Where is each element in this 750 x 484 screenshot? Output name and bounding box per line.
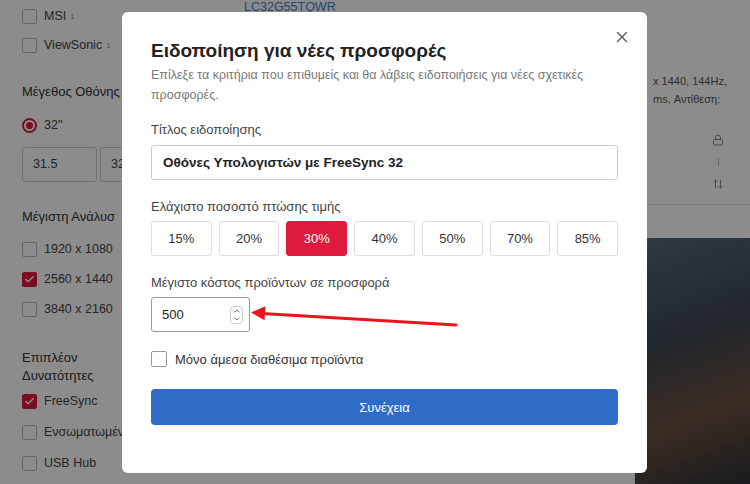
drop-option[interactable]: 30% bbox=[286, 221, 347, 256]
drop-option[interactable]: 20% bbox=[219, 221, 280, 256]
drop-options: 15%20%30%40%50%70%85% bbox=[151, 221, 618, 256]
spinner[interactable] bbox=[230, 306, 243, 324]
field-label: Τίτλος ειδοποίησης bbox=[151, 122, 618, 138]
max-cost-input[interactable]: 500 bbox=[151, 297, 250, 332]
dialog-subtitle: Επίλεξε τα κριτήρια που επιθυμείς και θα… bbox=[151, 65, 618, 105]
checkbox[interactable] bbox=[151, 351, 167, 367]
field-label: Ελάχιστο ποσοστό πτώσης τιμής bbox=[151, 199, 618, 215]
max-cost-value: 500 bbox=[162, 307, 184, 322]
title-input[interactable]: Οθόνες Υπολογιστών με FreeSync 32 bbox=[151, 145, 618, 180]
drop-option[interactable]: 70% bbox=[490, 221, 551, 256]
down-icon[interactable] bbox=[233, 315, 241, 323]
close-button[interactable] bbox=[611, 26, 633, 48]
up-icon[interactable] bbox=[233, 307, 241, 315]
dialog-title: Ειδοποίηση για νέες προσφορές bbox=[151, 39, 618, 63]
alert-dialog: Ειδοποίηση για νέες προσφορέςΕπίλεξε τα … bbox=[122, 12, 647, 473]
close-icon bbox=[613, 28, 631, 46]
field-label: Μέγιστο κόστος προϊόντων σε προσφορά bbox=[151, 275, 618, 291]
annotation-arrow-icon bbox=[0, 0, 750, 484]
drop-option[interactable]: 85% bbox=[557, 221, 618, 256]
drop-option[interactable]: 15% bbox=[151, 221, 212, 256]
page: MSI1ViewSonic1Μέγεθος Οθόνης32"31.532Μέγ… bbox=[0, 0, 750, 484]
continue-button[interactable]: Συνέχεια bbox=[151, 389, 618, 425]
in-stock-label: Μόνο άμεσα διαθέσιμα προϊόντα bbox=[175, 352, 363, 367]
drop-option[interactable]: 50% bbox=[422, 221, 483, 256]
in-stock-option[interactable]: Μόνο άμεσα διαθέσιμα προϊόντα bbox=[151, 351, 618, 367]
drop-option[interactable]: 40% bbox=[354, 221, 415, 256]
